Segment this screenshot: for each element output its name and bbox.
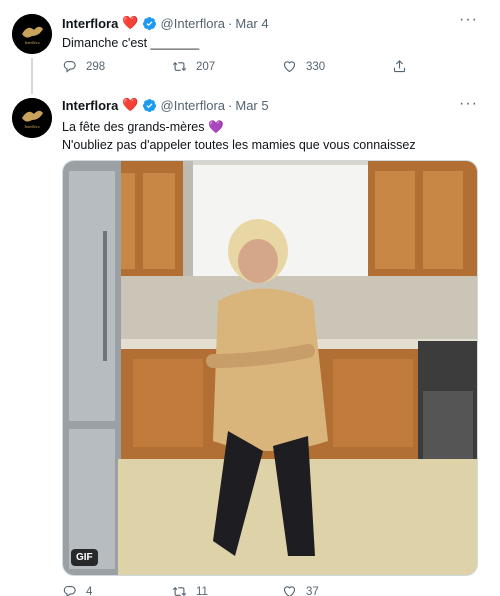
dancing-grandma-gif-image bbox=[63, 161, 477, 575]
gif-badge: GIF bbox=[71, 549, 98, 566]
like-count: 330 bbox=[306, 60, 326, 73]
share-button[interactable] bbox=[392, 59, 407, 74]
retweet-count: 207 bbox=[196, 60, 216, 73]
display-name[interactable]: Interflora bbox=[62, 98, 118, 113]
tweet-actions: 298 207 330 bbox=[62, 59, 407, 74]
display-name[interactable]: Interflora bbox=[62, 16, 118, 31]
tweet-text-line-1: La fête des grands-mères 💜 bbox=[62, 120, 224, 134]
reply-button[interactable]: 298 bbox=[62, 59, 172, 74]
avatar[interactable]: Interflora bbox=[12, 98, 52, 138]
interflora-logo-icon: Interflora bbox=[12, 98, 52, 138]
like-button[interactable]: 330 bbox=[282, 59, 392, 74]
like-icon bbox=[283, 61, 296, 73]
tweet-date[interactable]: Mar 5 bbox=[235, 98, 268, 113]
more-options-icon[interactable]: ··· bbox=[459, 96, 478, 112]
retweet-icon bbox=[172, 61, 187, 72]
tweet-2[interactable]: Interflora Interflora ❤️ @Interflora · M… bbox=[0, 88, 500, 596]
tweet-header: Interflora ❤️ @Interflora · Mar 5 bbox=[62, 96, 269, 114]
tweet-1[interactable]: Interflora Interflora ❤️ @Interflora · M… bbox=[0, 0, 500, 94]
heart-emoji: ❤️ bbox=[122, 15, 139, 30]
retweet-button[interactable]: 207 bbox=[172, 59, 282, 74]
tweet-actions: 4 11 37 bbox=[62, 584, 392, 596]
verified-icon bbox=[142, 16, 157, 31]
handle[interactable]: @Interflora bbox=[161, 98, 226, 113]
tweet-text-line-2: N'oubliez pas d'appeler toutes les mamie… bbox=[62, 138, 416, 152]
like-count: 37 bbox=[306, 585, 319, 596]
like-icon bbox=[283, 586, 296, 596]
share-icon bbox=[393, 60, 406, 73]
tweet-text: La fête des grands-mères 💜 N'oubliez pas… bbox=[62, 118, 416, 154]
interflora-logo-icon: Interflora bbox=[12, 14, 52, 54]
retweet-count: 11 bbox=[196, 585, 208, 596]
gif-media[interactable]: GIF bbox=[62, 160, 478, 576]
more-options-icon[interactable]: ··· bbox=[459, 12, 478, 28]
reply-count: 298 bbox=[86, 60, 106, 73]
purple-heart-emoji: 💜 bbox=[207, 120, 224, 134]
svg-text:Interflora: Interflora bbox=[24, 40, 39, 45]
separator: · bbox=[228, 15, 233, 31]
tweet-header: Interflora ❤️ @Interflora · Mar 4 bbox=[62, 14, 269, 32]
tweet-text: Dimanche c'est _______ bbox=[62, 36, 200, 50]
svg-text:Interflora: Interflora bbox=[24, 124, 39, 129]
verified-icon bbox=[142, 98, 157, 113]
avatar[interactable]: Interflora bbox=[12, 14, 52, 54]
retweet-icon bbox=[172, 586, 187, 596]
retweet-button[interactable]: 11 bbox=[172, 584, 282, 596]
separator: · bbox=[228, 97, 233, 113]
like-button[interactable]: 37 bbox=[282, 584, 392, 596]
heart-emoji: ❤️ bbox=[122, 97, 139, 112]
reply-button[interactable]: 4 bbox=[62, 584, 172, 596]
reply-count: 4 bbox=[86, 585, 93, 596]
tweet-date[interactable]: Mar 4 bbox=[235, 16, 268, 31]
handle[interactable]: @Interflora bbox=[161, 16, 226, 31]
reply-icon bbox=[63, 60, 76, 73]
reply-icon bbox=[63, 585, 76, 596]
